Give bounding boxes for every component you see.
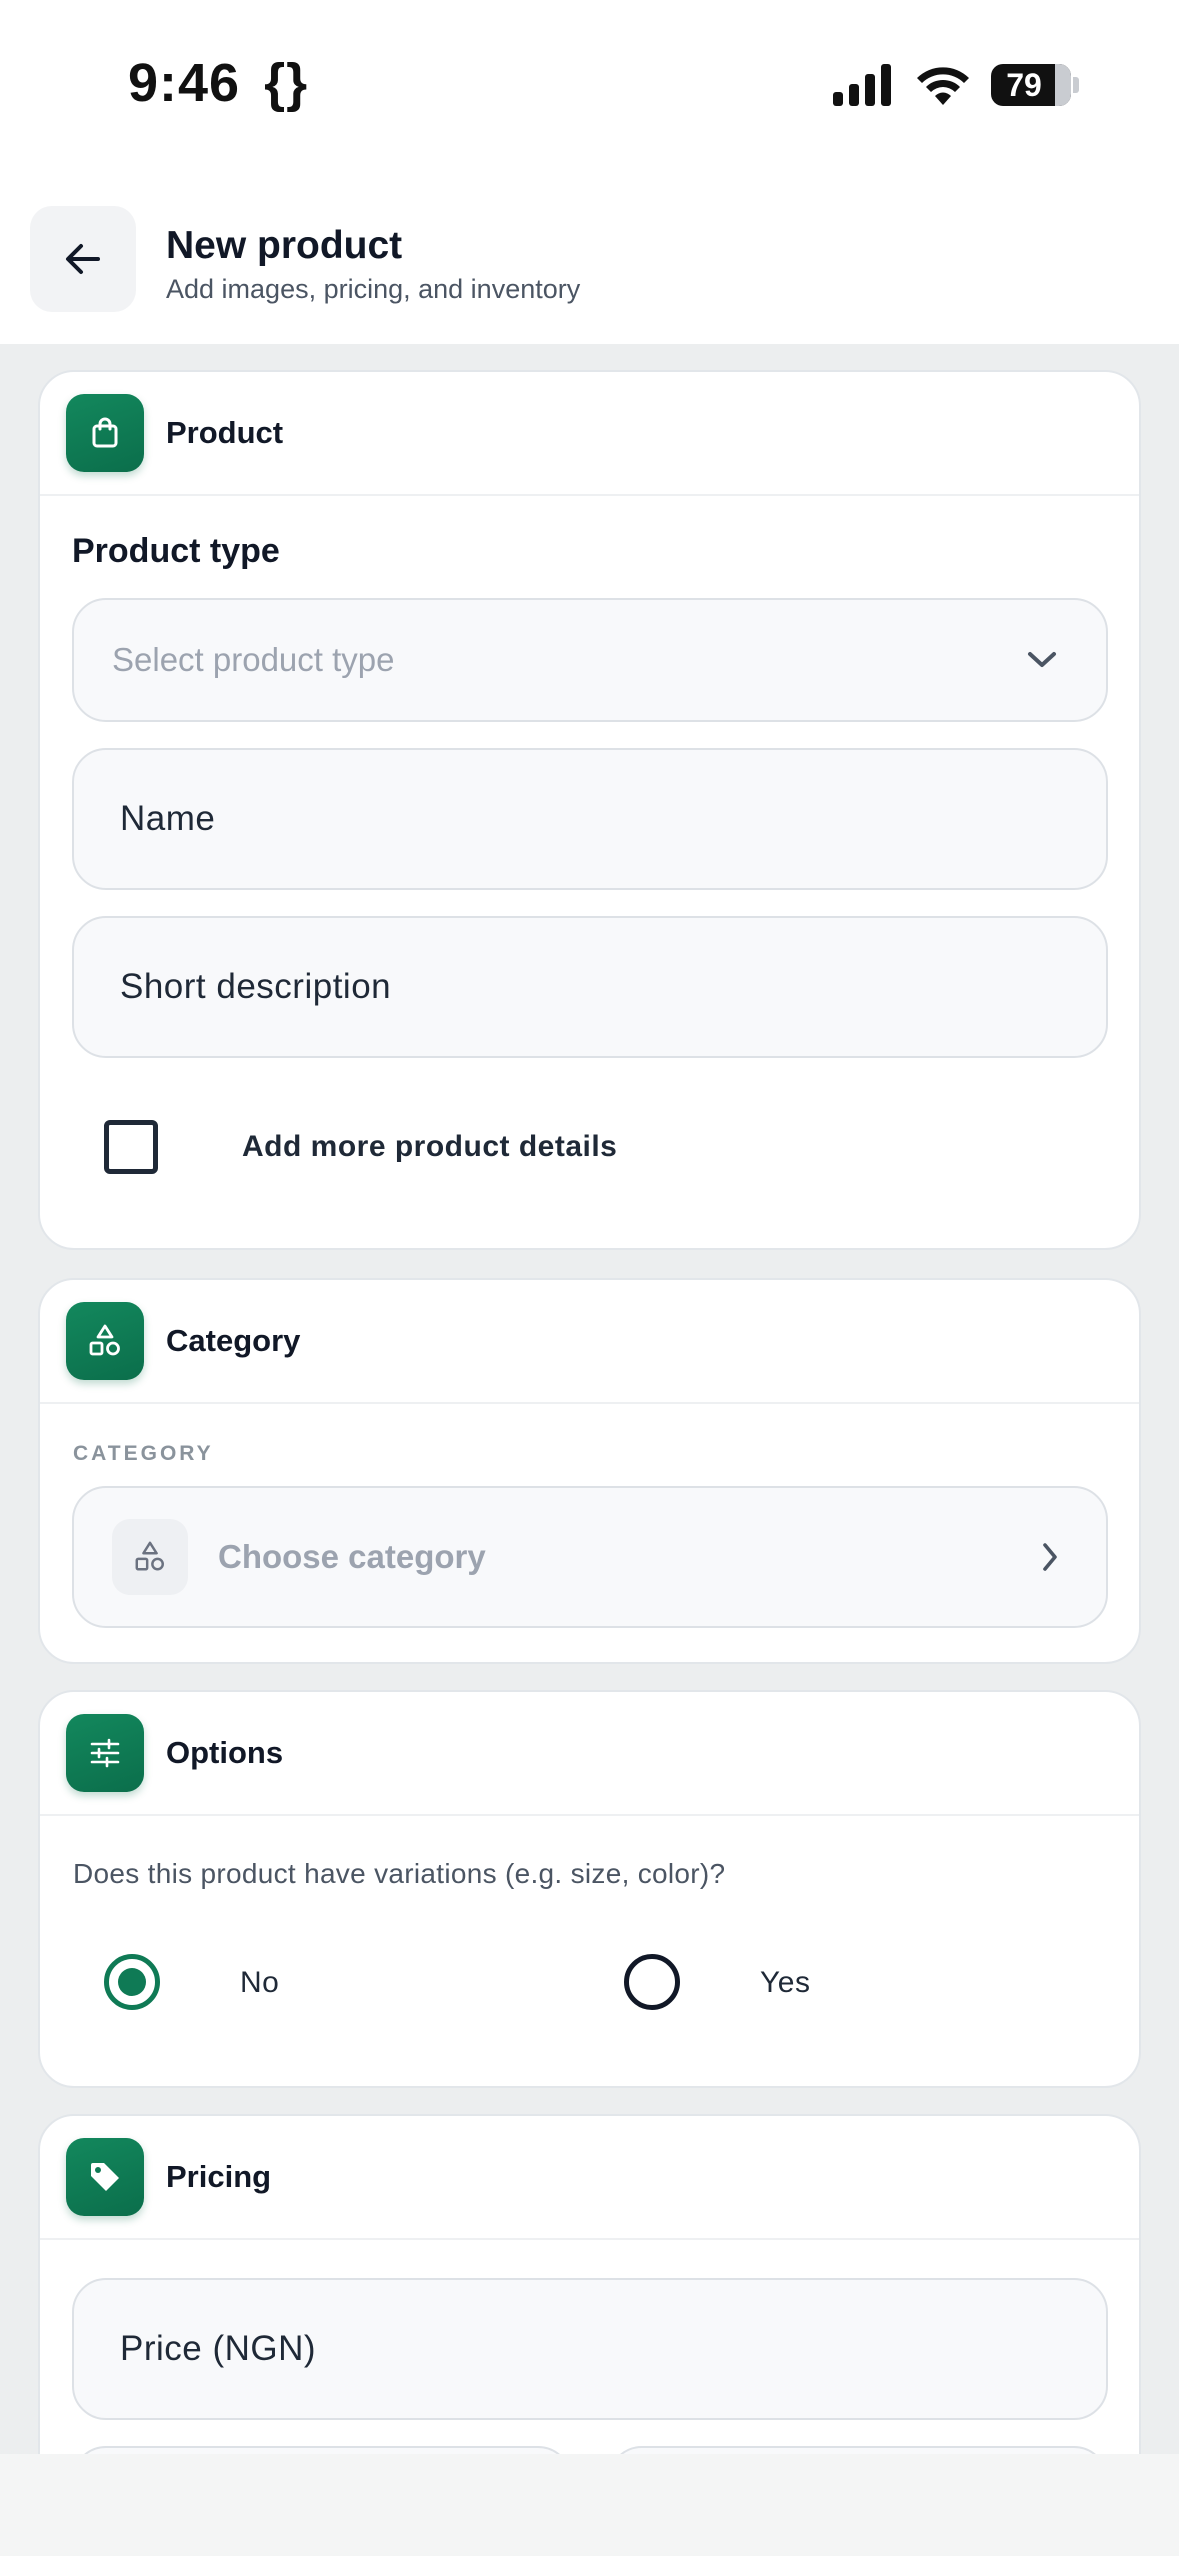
battery-icon: 79: [991, 64, 1079, 106]
form-scroll-area[interactable]: Product Product type Select product type…: [0, 344, 1179, 2454]
options-card-title: Options: [166, 1735, 284, 1770]
short-description-input[interactable]: Short description: [72, 916, 1108, 1058]
options-card: Options Does this product have variation…: [38, 1690, 1141, 2088]
category-card: Category CATEGORY Choose category: [38, 1278, 1141, 1664]
time-text: 9:46: [128, 53, 241, 113]
product-card-header: Product: [40, 372, 1139, 496]
status-time: 9:46 {}: [128, 52, 308, 114]
sliders-icon: [90, 1738, 120, 1768]
more-details-label[interactable]: Add more product details: [242, 1130, 617, 1164]
category-card-title: Category: [166, 1323, 301, 1358]
shapes-icon: [89, 1324, 120, 1356]
options-card-header: Options: [40, 1692, 1139, 1816]
back-arrow-icon: [66, 244, 100, 274]
variations-no-label[interactable]: No: [240, 1966, 279, 2000]
choose-category-button[interactable]: Choose category: [72, 1486, 1108, 1628]
product-card-icon: [66, 394, 144, 472]
pricing-card: Pricing Price (NGN): [38, 2114, 1141, 2454]
category-placeholder: Choose category: [218, 1538, 486, 1575]
price-input[interactable]: Price (NGN): [72, 2278, 1108, 2420]
product-card-title: Product: [166, 415, 284, 450]
category-card-icon: [66, 1302, 144, 1380]
chevron-right-icon: [1043, 1543, 1057, 1571]
more-details-checkbox[interactable]: [104, 1120, 158, 1174]
battery-level: 79: [1006, 66, 1042, 103]
back-button[interactable]: [30, 206, 136, 312]
status-icons: 79: [831, 64, 1079, 106]
signal-icon: [833, 64, 891, 106]
bottom-safe-area: [0, 2454, 1179, 2556]
pricing-card-icon: [66, 2138, 144, 2216]
variations-question: Does this product have variations (e.g. …: [73, 1858, 726, 1889]
tag-icon: [91, 2163, 119, 2191]
name-placeholder: Name: [120, 799, 216, 838]
price-placeholder: Price (NGN): [120, 2329, 317, 2368]
shapes-icon: [135, 1541, 164, 1571]
name-input[interactable]: Name: [72, 748, 1108, 890]
page-subtitle: Add images, pricing, and inventory: [166, 274, 581, 304]
product-type-select[interactable]: Select product type: [72, 598, 1108, 722]
category-placeholder-icon: [112, 1519, 188, 1595]
status-bar: 9:46 {} 79: [0, 0, 1179, 180]
pricing-card-header: Pricing: [40, 2116, 1139, 2240]
pricing-field-right[interactable]: [608, 2446, 1108, 2454]
pricing-field-left[interactable]: [72, 2446, 572, 2454]
product-type-label: Product type: [72, 532, 280, 570]
dev-indicator-icon: {}: [264, 53, 309, 113]
variations-yes-label[interactable]: Yes: [760, 1966, 810, 2000]
product-type-placeholder: Select product type: [112, 641, 395, 678]
product-card: Product Product type Select product type…: [38, 370, 1141, 1250]
variations-no-radio[interactable]: [104, 1954, 160, 2010]
category-field-label: CATEGORY: [73, 1442, 214, 1465]
variations-yes-radio[interactable]: [624, 1954, 680, 2010]
shopping-bag-icon: [92, 417, 118, 448]
description-placeholder: Short description: [120, 967, 392, 1006]
wifi-icon: [917, 67, 969, 105]
page-header: New product Add images, pricing, and inv…: [0, 180, 1179, 344]
pricing-card-title: Pricing: [166, 2159, 272, 2194]
category-card-header: Category: [40, 1280, 1139, 1404]
options-card-icon: [66, 1714, 144, 1792]
chevron-down-icon: [1028, 652, 1056, 667]
page-title: New product: [166, 224, 403, 267]
